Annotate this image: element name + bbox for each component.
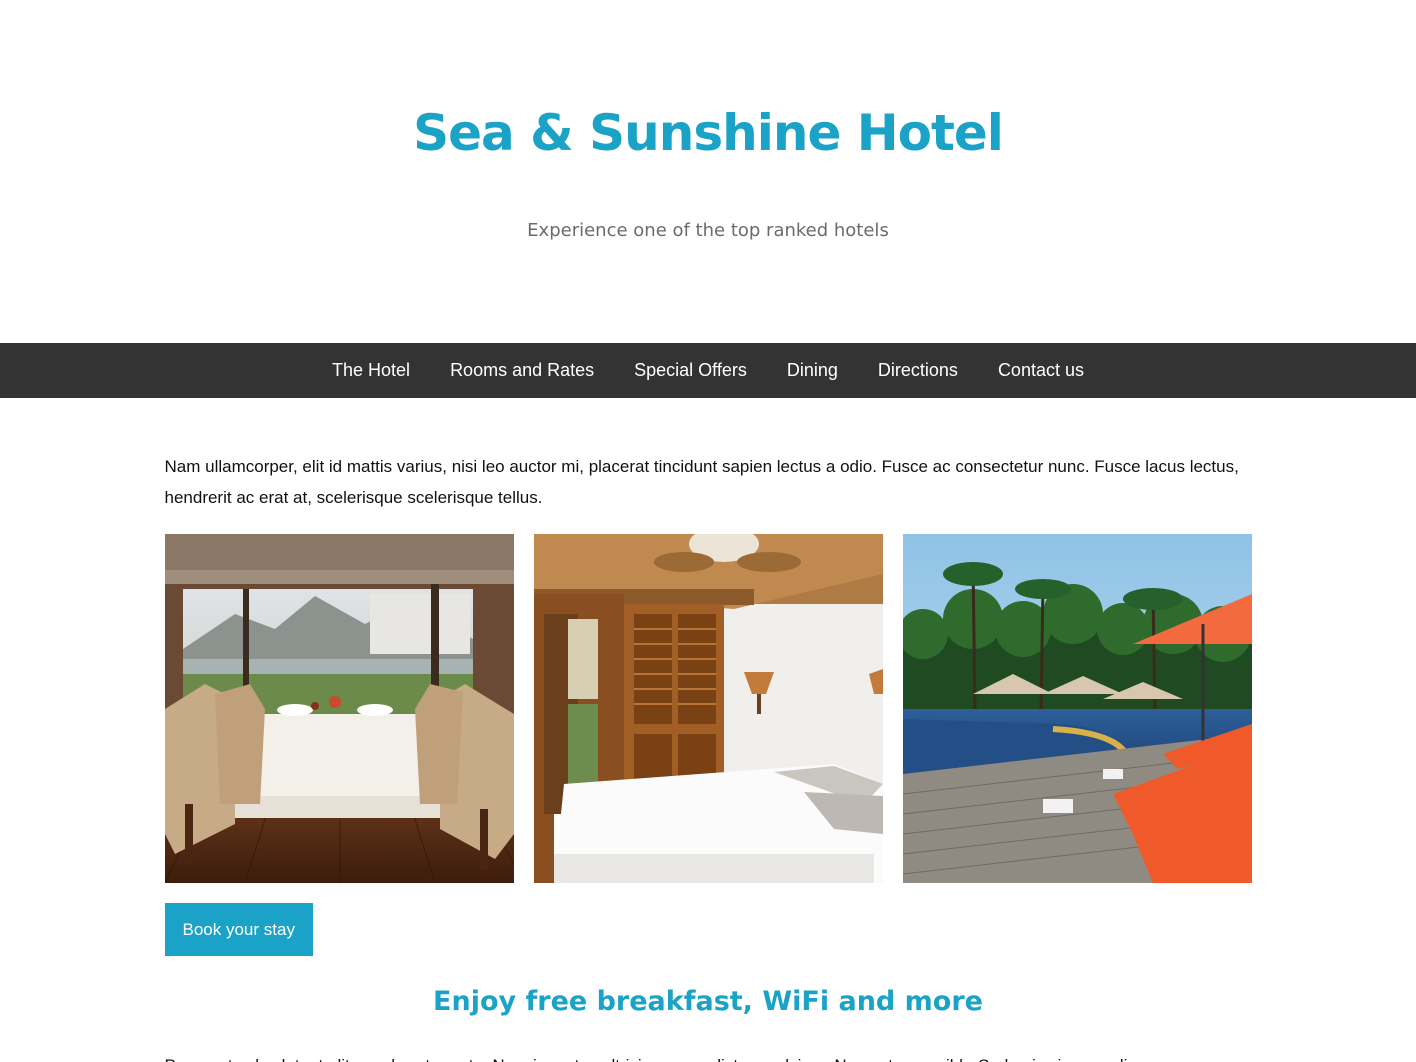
nav-item-contact-us[interactable]: Contact us bbox=[978, 360, 1104, 381]
bedroom-photo bbox=[533, 534, 883, 883]
body-paragraph: Praesent vel volutpat elit, ac pharetra … bbox=[165, 1050, 1252, 1062]
nav-item-directions[interactable]: Directions bbox=[858, 360, 978, 381]
main-navigation: The Hotel Rooms and Rates Special Offers… bbox=[0, 343, 1416, 398]
section-heading: Enjoy free breakfast, WiFi and more bbox=[433, 986, 983, 1017]
book-your-stay-button[interactable]: Book your stay bbox=[164, 903, 313, 956]
nav-item-the-hotel[interactable]: The Hotel bbox=[312, 360, 430, 381]
site-title[interactable]: Sea & Sunshine Hotel bbox=[0, 104, 1416, 162]
pool-photo bbox=[902, 534, 1252, 883]
main-content: Nam ullamcorper, elit id mattis varius, … bbox=[164, 451, 1252, 1062]
nav-item-dining[interactable]: Dining bbox=[767, 360, 858, 381]
nav-item-special-offers[interactable]: Special Offers bbox=[614, 360, 767, 381]
dining-room-photo bbox=[164, 534, 514, 883]
site-header: Sea & Sunshine Hotel Experience one of t… bbox=[0, 0, 1416, 343]
intro-paragraph: Nam ullamcorper, elit id mattis varius, … bbox=[164, 457, 1239, 507]
site-tagline: Experience one of the top ranked hotels bbox=[527, 220, 889, 241]
nav-item-rooms-and-rates[interactable]: Rooms and Rates bbox=[430, 360, 614, 381]
photo-gallery bbox=[164, 534, 1252, 883]
